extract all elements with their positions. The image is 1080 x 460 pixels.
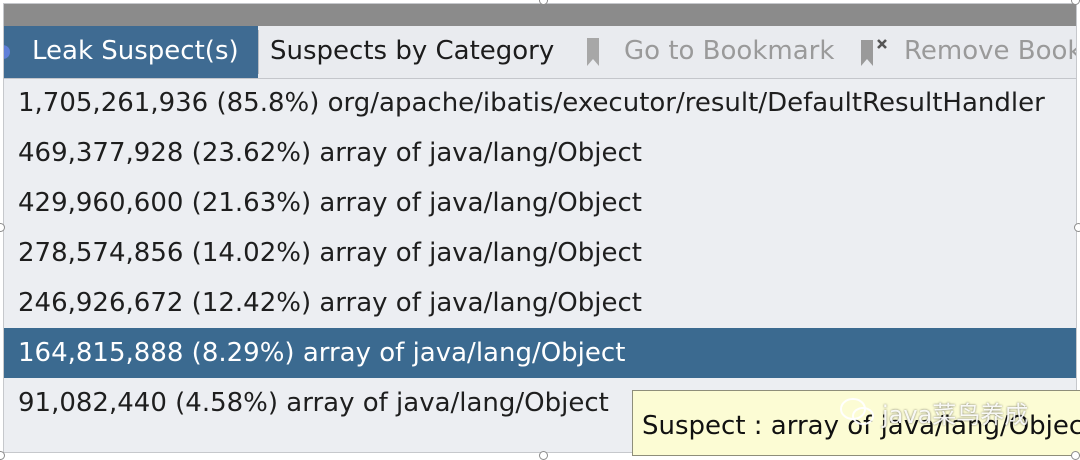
- memory-analyzer-panel: Leak Suspect(s) Suspects by Category Go …: [3, 3, 1077, 453]
- suspects-by-category-label: Suspects by Category: [270, 36, 555, 66]
- list-item[interactable]: 469,377,928 (23.62%) array of java/lang/…: [4, 128, 1076, 178]
- bookmark-icon: [587, 38, 599, 66]
- list-item-selected[interactable]: 164,815,888 (8.29%) array of java/lang/O…: [4, 328, 1076, 378]
- top-band: [4, 4, 1076, 26]
- list-item[interactable]: 278,574,856 (14.02%) array of java/lang/…: [4, 228, 1076, 278]
- resize-handle[interactable]: [1074, 223, 1080, 232]
- list-item-label: 429,960,600 (21.63%) array of java/lang/…: [18, 188, 642, 218]
- go-to-bookmark-label: Go to Bookmark: [624, 36, 835, 66]
- toolbar-separator: [258, 30, 259, 74]
- suspects-by-category-button[interactable]: Suspects by Category: [270, 26, 554, 78]
- list-item-label: 469,377,928 (23.62%) array of java/lang/…: [18, 138, 642, 168]
- toolbar: Leak Suspect(s) Suspects by Category Go …: [4, 26, 1076, 79]
- resize-handle[interactable]: [1071, 0, 1080, 5]
- remove-bookmark-label: Remove Book: [904, 36, 1077, 66]
- list-item-label: 91,082,440 (4.58%) array of java/lang/Ob…: [18, 388, 609, 418]
- list-item-label: 246,926,672 (12.42%) array of java/lang/…: [18, 288, 642, 318]
- list-item-label: 164,815,888 (8.29%) array of java/lang/O…: [18, 338, 626, 368]
- go-to-bookmark-button[interactable]: Go to Bookmark: [624, 26, 834, 78]
- remove-bookmark-icon: [861, 39, 887, 66]
- list-item[interactable]: 1,705,261,936 (85.8%) org/apache/ibatis/…: [4, 78, 1076, 128]
- list-item[interactable]: 246,926,672 (12.42%) array of java/lang/…: [4, 278, 1076, 328]
- remove-bookmark-button[interactable]: Remove Book: [904, 26, 1077, 78]
- active-indicator-icon: [4, 45, 10, 59]
- tooltip-text: Suspect : array of java/lang/Object: [642, 411, 1080, 441]
- list-item[interactable]: 429,960,600 (21.63%) array of java/lang/…: [4, 178, 1076, 228]
- list-item-label: 278,574,856 (14.02%) array of java/lang/…: [18, 238, 642, 268]
- list-item-label: 1,705,261,936 (85.8%) org/apache/ibatis/…: [18, 88, 1045, 118]
- tab-leak-suspects[interactable]: Leak Suspect(s): [4, 26, 258, 78]
- tab-leak-suspects-label: Leak Suspect(s): [32, 36, 239, 66]
- tooltip: Suspect : array of java/lang/Object: [632, 390, 1080, 456]
